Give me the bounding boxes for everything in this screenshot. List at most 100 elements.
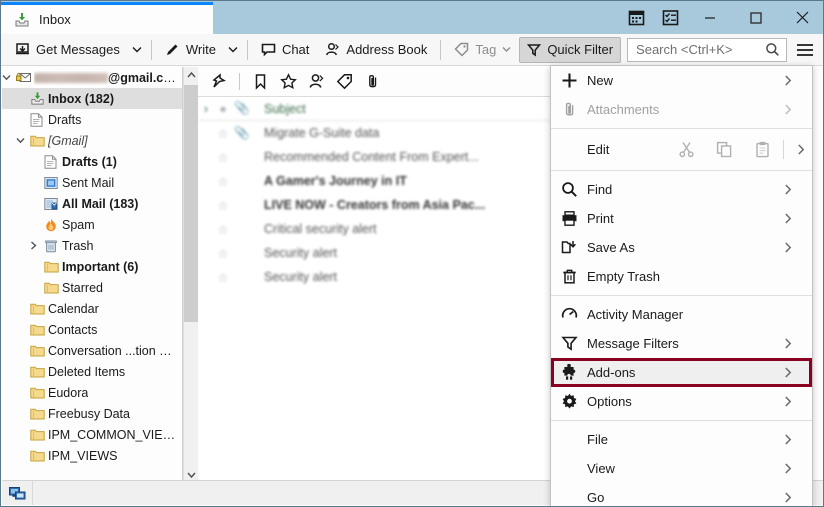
star-cell[interactable]: ☆ [214, 222, 232, 237]
get-messages-button[interactable]: Get Messages [7, 37, 128, 63]
menu-item-attachments[interactable]: Attachments [551, 95, 812, 124]
folder-row-important-6[interactable]: Important (6) [2, 256, 182, 277]
folder-row-all-mail-183[interactable]: All Mail (183) [2, 193, 182, 214]
twisty-icon[interactable] [30, 241, 44, 250]
menu-item-message-filters[interactable]: Message Filters [551, 329, 812, 358]
menu-item-save-as[interactable]: Save As [551, 233, 812, 262]
folder-icon [30, 302, 48, 315]
scrollbar-thumb[interactable] [184, 85, 199, 322]
menu-item-go[interactable]: Go [551, 483, 812, 506]
tab-inbox[interactable]: Inbox [1, 2, 213, 34]
quick-filter-label: Quick Filter [547, 42, 614, 57]
folder-row-spam[interactable]: Spam [2, 214, 182, 235]
folder-row-freebusy-data[interactable]: Freebusy Data [2, 403, 182, 424]
quick-filter-button[interactable]: Quick Filter [519, 36, 622, 63]
star-cell[interactable]: ☆ [214, 174, 232, 189]
address-book-button[interactable]: Address Book [317, 37, 435, 63]
network-status-icon[interactable] [2, 481, 32, 505]
twisty-icon[interactable] [16, 137, 30, 144]
folder-row-eudora[interactable]: Eudora [2, 382, 182, 403]
star-cell[interactable]: ☆ [214, 270, 232, 285]
menu-item-label: Add-ons [587, 365, 636, 380]
folder-row-contacts[interactable]: Contacts [2, 319, 182, 340]
calendar-icon[interactable] [619, 1, 653, 34]
folder-label: IPM_VIEWS [48, 448, 118, 463]
pin-icon[interactable] [206, 70, 232, 94]
copy-icon[interactable] [705, 136, 743, 164]
star-icon[interactable] [275, 70, 301, 94]
folder-label: Conversation ...tion Settin [48, 343, 178, 358]
menu-item-view[interactable]: View [551, 454, 812, 483]
folder-row-starred[interactable]: Starred [2, 277, 182, 298]
menu-item-options[interactable]: Options [551, 387, 812, 416]
folder-label: [Gmail] [48, 133, 88, 148]
menu-item-label: Activity Manager [587, 307, 684, 322]
contact-icon[interactable] [303, 70, 329, 94]
folder-icon [30, 428, 48, 441]
folder-label: Trash [62, 238, 94, 253]
folder-row-gmail[interactable]: [Gmail] [2, 130, 182, 151]
tasks-icon[interactable] [653, 1, 687, 34]
folder-row-ipm-views[interactable]: IPM_VIEWS [2, 445, 182, 466]
menu-item-label: Options [587, 394, 632, 409]
close-button[interactable] [779, 1, 823, 34]
folder-row-drafts-1[interactable]: Drafts (1) [2, 151, 182, 172]
folder-icon [30, 386, 48, 399]
search-input[interactable]: Search <Ctrl+K> [627, 37, 787, 62]
folder-label: Sent Mail [62, 175, 115, 190]
write-dropdown[interactable] [224, 37, 242, 63]
menu-item-label: File [587, 432, 608, 447]
folder-icon [30, 323, 48, 336]
star-cell[interactable]: ☆ [214, 198, 232, 213]
plus-icon [551, 72, 587, 89]
folder-row-gmail-com[interactable]: @gmail.com [2, 67, 182, 88]
scroll-up-arrow[interactable] [184, 67, 198, 82]
app-menu-button[interactable] [791, 37, 819, 63]
star-cell[interactable]: ☆ [214, 246, 232, 261]
thunderbird-window: Inbox Get Messages Write Chat Address Bo… [0, 0, 824, 507]
status-divider [32, 481, 33, 505]
maximize-button[interactable] [733, 1, 779, 34]
tag-button[interactable]: Tag [446, 37, 519, 63]
folder-icon [44, 260, 62, 273]
menu-item-activity-manager[interactable]: Activity Manager [551, 300, 812, 329]
menu-item-label: New [587, 73, 614, 88]
menu-item-find[interactable]: Find [551, 175, 812, 204]
menu-item-label: Edit [587, 142, 610, 157]
thread-col-icon: › [203, 101, 209, 116]
menu-item-edit[interactable]: Edit [551, 133, 812, 166]
printer-icon [551, 210, 587, 227]
trash-icon [551, 268, 587, 285]
folder-row-conversation-tion-settin[interactable]: Conversation ...tion Settin [2, 340, 182, 361]
write-button[interactable]: Write [157, 37, 224, 63]
folder-row-deleted-items[interactable]: Deleted Items [2, 361, 182, 382]
menu-item-file[interactable]: File [551, 425, 812, 454]
menu-item-new[interactable]: New [551, 66, 812, 95]
tab-strip: Inbox [1, 1, 213, 34]
paste-icon[interactable] [743, 136, 781, 164]
cut-icon[interactable] [667, 136, 705, 164]
folder-row-calendar[interactable]: Calendar [2, 298, 182, 319]
menu-item-empty-trash[interactable]: Empty Trash [551, 262, 812, 291]
folder-pane[interactable]: @gmail.com Inbox (182) Drafts [Gmail] Drafts… [2, 67, 183, 482]
folder-label: Drafts (1) [62, 154, 117, 169]
folder-icon [30, 365, 48, 378]
twisty-icon[interactable] [2, 74, 16, 81]
folder-row-sent-mail[interactable]: Sent Mail [2, 172, 182, 193]
unread-icon[interactable] [247, 70, 273, 94]
folder-row-inbox-182[interactable]: Inbox (182) [2, 88, 182, 109]
minimize-button[interactable] [687, 1, 733, 34]
chat-button[interactable]: Chat [253, 37, 317, 63]
folder-row-drafts[interactable]: Drafts [2, 109, 182, 130]
star-cell[interactable]: ☆ [214, 126, 232, 141]
folder-row-ipm-common-views[interactable]: IPM_COMMON_VIEWS [2, 424, 182, 445]
menu-item-print[interactable]: Print [551, 204, 812, 233]
get-messages-dropdown[interactable] [128, 37, 146, 63]
folder-row-trash[interactable]: Trash [2, 235, 182, 256]
save-icon [551, 239, 587, 256]
star-cell[interactable]: ☆ [214, 150, 232, 165]
folder-pane-scrollbar[interactable] [183, 67, 199, 482]
tag-icon[interactable] [331, 70, 357, 94]
menu-item-add-ons[interactable]: Add-ons [551, 358, 812, 387]
attachment-icon[interactable] [359, 70, 385, 94]
